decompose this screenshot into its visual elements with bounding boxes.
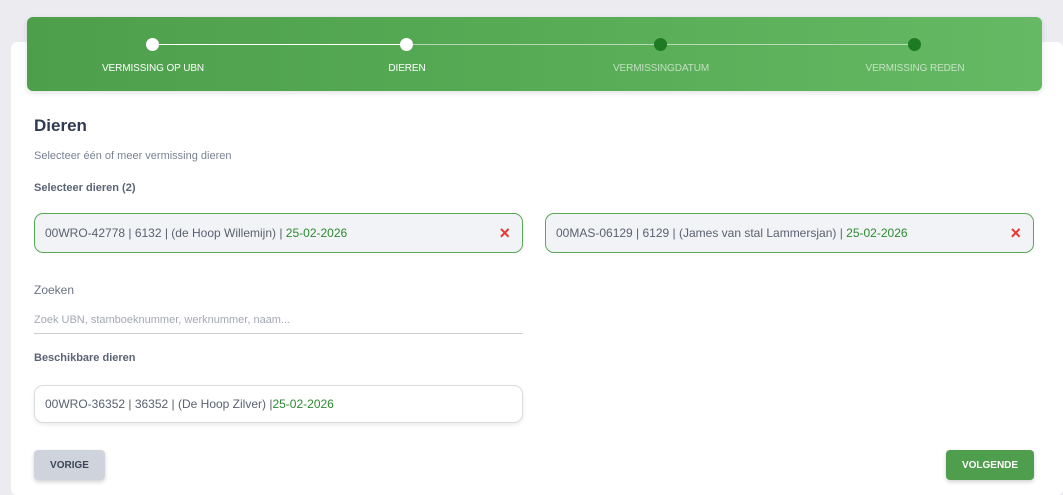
progress-stepper: VERMISSING OP UBN DIEREN VERMISSINGDATUM… [27,17,1042,91]
main-card [11,42,1063,495]
available-animals-label: Beschikbare dieren [34,352,136,364]
step-label-ubn[interactable]: VERMISSING OP UBN [102,63,204,74]
selected-animal-chip: 00MAS-06129 | 6129 | (James van stal Lam… [545,213,1034,253]
selected-animals-label: Selecteer dieren (2) [34,182,136,194]
search-label: Zoeken [34,283,75,297]
previous-button[interactable]: VORIGE [34,450,105,480]
available-animal-date: 25-02-2026 [272,397,334,411]
remove-icon[interactable]: × [1010,224,1021,242]
search-input[interactable] [34,306,523,334]
next-button[interactable]: VOLGENDE [946,450,1034,480]
step-dot-3 [654,38,667,51]
step-dot-4 [908,38,921,51]
step-connector-2 [407,44,661,45]
step-label-dieren[interactable]: DIEREN [388,63,425,74]
selected-animal-text: 00MAS-06129 | 6129 | (James van stal Lam… [556,226,908,240]
selected-animal-date: 25-02-2026 [846,226,908,240]
selected-animal-chip: 00WRO-42778 | 6132 | (de Hoop Willemijn)… [34,213,523,253]
available-animal-item[interactable]: 00WRO-36352 | 36352 | (De Hoop Zilver) |… [34,385,523,423]
page-title: Dieren [34,116,87,135]
step-connector-1 [153,44,407,45]
step-dot-2 [400,38,413,51]
available-animal-text: 00WRO-36352 | 36352 | (De Hoop Zilver) | [45,397,273,411]
step-label-vermissingdatum[interactable]: VERMISSINGDATUM [613,63,709,74]
remove-icon[interactable]: × [499,224,510,242]
selected-animal-date: 25-02-2026 [285,226,348,240]
selected-animal-text: 00WRO-42778 | 6132 | (de Hoop Willemijn)… [45,226,348,240]
step-label-vermissing-reden[interactable]: VERMISSING REDEN [866,63,965,74]
step-connector-3 [661,44,915,45]
step-dot-1 [146,38,159,51]
page-subtitle: Selecteer één of meer vermissing dieren [34,150,232,162]
